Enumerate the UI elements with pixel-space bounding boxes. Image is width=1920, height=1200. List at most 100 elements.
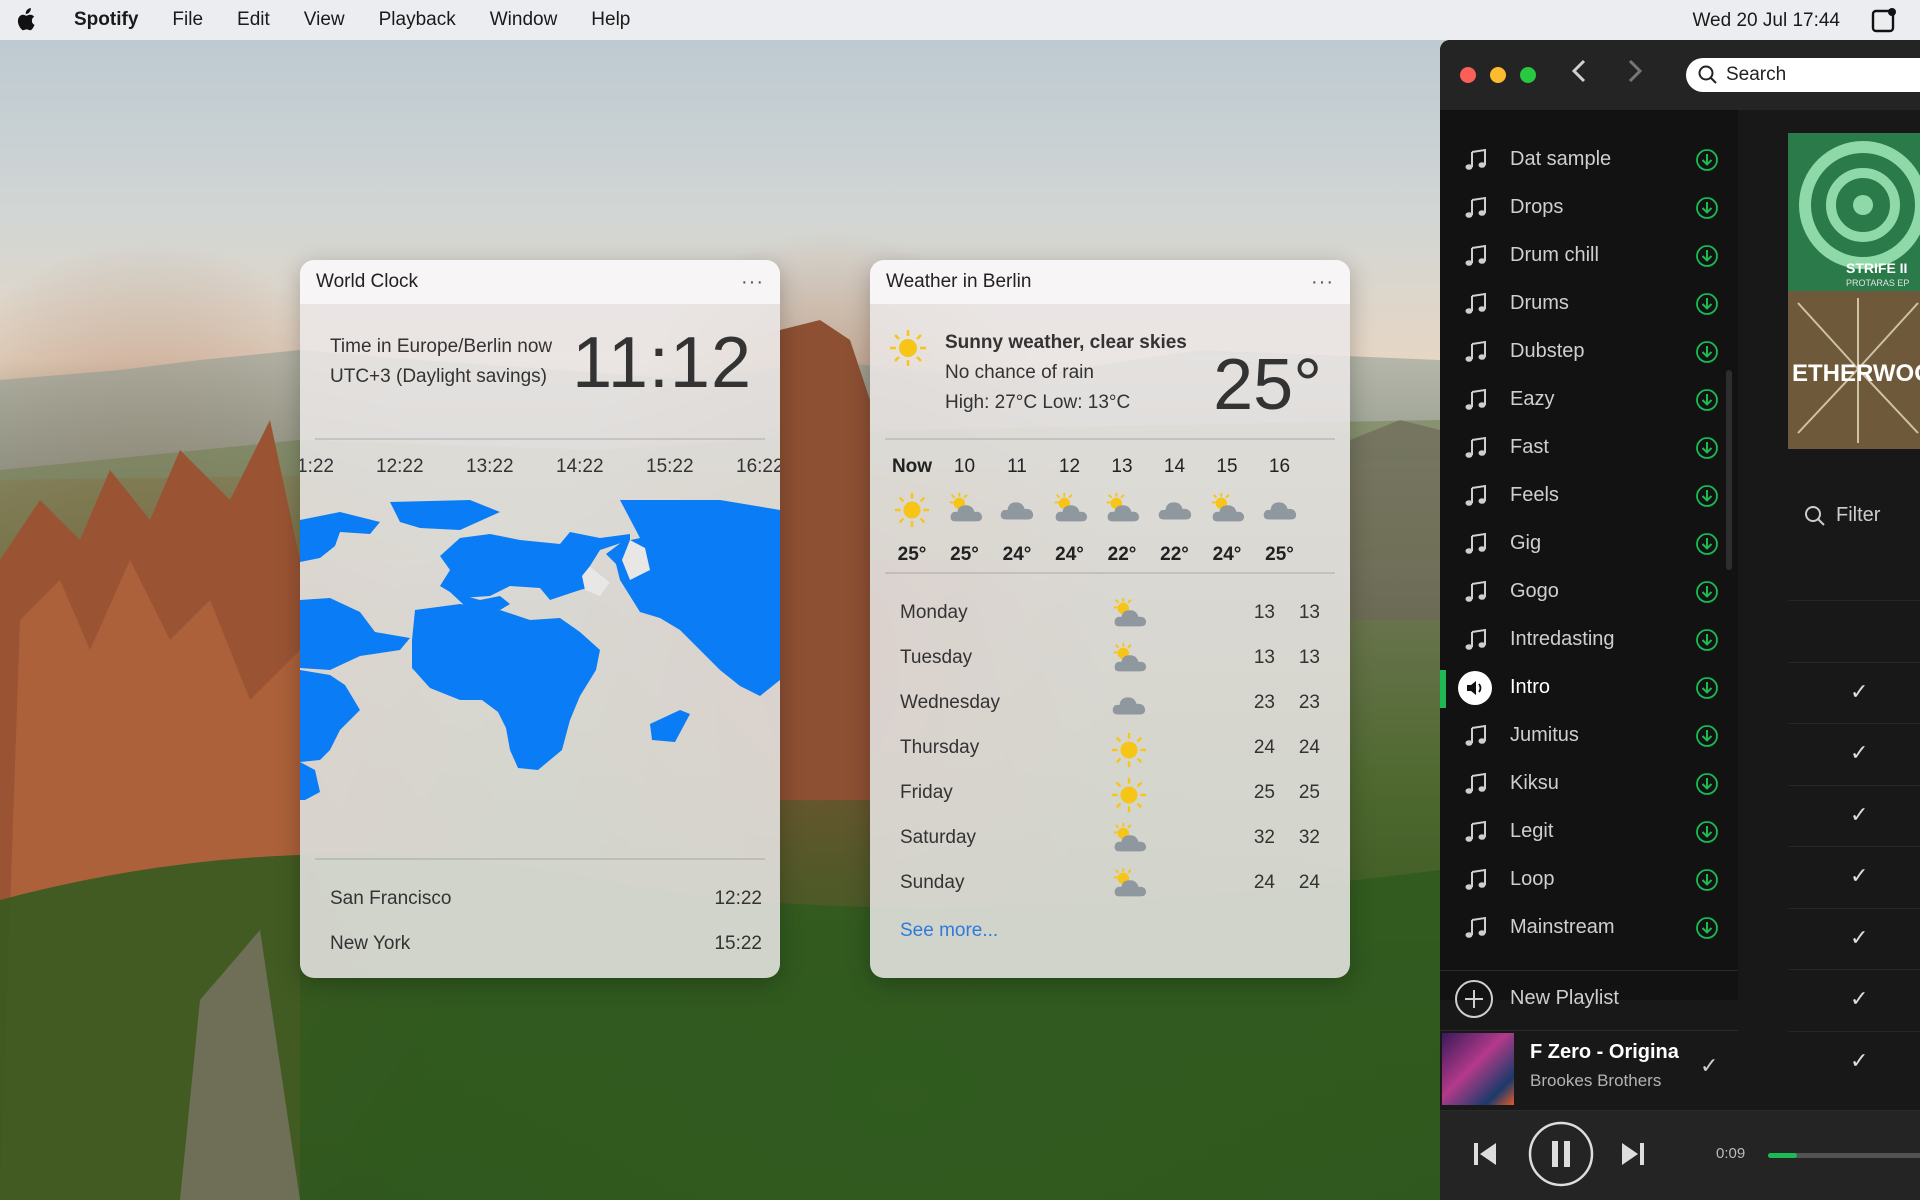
daily-row[interactable]: Saturday 32 32: [900, 819, 1320, 864]
see-more-link[interactable]: See more...: [900, 920, 998, 942]
playlist-item[interactable]: Loop: [1440, 856, 1738, 904]
track-row[interactable]: ✓: [1788, 723, 1920, 785]
previous-track-icon[interactable]: [1472, 1141, 1498, 1172]
maximize-window-icon[interactable]: [1520, 67, 1536, 83]
more-icon[interactable]: ···: [1311, 271, 1334, 294]
playlist-item[interactable]: Drops: [1440, 184, 1738, 232]
playlist-item[interactable]: Drum chill: [1440, 232, 1738, 280]
day-low: 24: [1253, 737, 1275, 758]
daily-row[interactable]: Tuesday 13 13: [900, 639, 1320, 684]
sidebar-scrollbar[interactable]: [1726, 370, 1732, 570]
menu-window[interactable]: Window: [490, 9, 558, 31]
pause-button[interactable]: [1528, 1121, 1594, 1192]
daily-row[interactable]: Wednesday 23 23: [900, 684, 1320, 729]
saved-check-icon[interactable]: ✓: [1850, 740, 1868, 766]
track-row[interactable]: ✓: [1788, 846, 1920, 908]
menubar-clock[interactable]: Wed 20 Jul 17:44: [1692, 10, 1840, 32]
forward-icon[interactable]: [1626, 58, 1644, 92]
playlist-item[interactable]: Dat sample: [1440, 136, 1738, 184]
search-input[interactable]: Search: [1686, 58, 1920, 92]
player-bar: 0:09: [1440, 1110, 1920, 1200]
apple-menu-icon[interactable]: [0, 8, 50, 32]
playlist-item[interactable]: Jumitus: [1440, 712, 1738, 760]
sun-icon: [888, 328, 928, 373]
playlist-item[interactable]: Eazy: [1440, 376, 1738, 424]
city-name: San Francisco: [330, 888, 452, 909]
hour-temperature: 25°: [897, 544, 927, 565]
hourly-item: 15 24°: [1202, 456, 1252, 566]
playlist-item[interactable]: Intredasting: [1440, 616, 1738, 664]
city-row[interactable]: New York 15:22: [330, 933, 762, 955]
playlist-name: Kiksu: [1510, 772, 1559, 794]
daily-row[interactable]: Monday 13 13: [900, 594, 1320, 639]
track-row[interactable]: ✓: [1788, 661, 1920, 724]
widget-header: Weather in Berlin ···: [870, 260, 1350, 304]
album-title-text: ETHERWOO: [1792, 360, 1920, 387]
daily-row[interactable]: Friday 25 25: [900, 774, 1320, 819]
music-note-icon: [1464, 436, 1488, 465]
saved-check-icon[interactable]: ✓: [1850, 802, 1868, 828]
progress-bar[interactable]: [1768, 1153, 1920, 1158]
menu-edit[interactable]: Edit: [237, 9, 270, 31]
now-playing[interactable]: F Zero - Origina Brookes Brothers ✓: [1440, 1030, 1738, 1106]
playlist-item[interactable]: Gig: [1440, 520, 1738, 568]
saved-check-icon[interactable]: ✓: [1850, 925, 1868, 951]
next-track-icon[interactable]: [1620, 1141, 1646, 1172]
playlist-item[interactable]: Fast: [1440, 424, 1738, 472]
track-row[interactable]: ✓: [1788, 784, 1920, 847]
partly-cloudy-icon: [1202, 490, 1252, 530]
daily-row[interactable]: Thursday 24 24: [900, 729, 1320, 774]
menu-file[interactable]: File: [172, 9, 203, 31]
playlist-item[interactable]: Drums: [1440, 280, 1738, 328]
menu-playback[interactable]: Playback: [379, 9, 456, 31]
menu-view[interactable]: View: [304, 9, 345, 31]
playlist-item[interactable]: Gogo: [1440, 568, 1738, 616]
track-row[interactable]: ✓: [1788, 969, 1920, 1031]
minimize-window-icon[interactable]: [1490, 67, 1506, 83]
playlist-item[interactable]: Legit: [1440, 808, 1738, 856]
now-playing-artist[interactable]: Brookes Brothers: [1530, 1071, 1661, 1091]
playlist-name: Dubstep: [1510, 340, 1585, 362]
playlist-item[interactable]: Feels: [1440, 472, 1738, 520]
album-artwork[interactable]: STRIFE II PROTARAS EP ETHERWOO: [1788, 133, 1920, 449]
sun-icon: [1110, 731, 1148, 775]
now-playing-title[interactable]: F Zero - Origina: [1530, 1041, 1679, 1064]
notification-center-icon[interactable]: [1870, 6, 1898, 40]
track-row[interactable]: ✓: [1788, 1030, 1920, 1093]
playlist-name: Intredasting: [1510, 628, 1615, 650]
saved-check-icon[interactable]: ✓: [1850, 679, 1868, 705]
track-row[interactable]: [1788, 600, 1920, 662]
high-low: High: 27°C Low: 13°C: [945, 392, 1131, 413]
music-note-icon: [1464, 196, 1488, 225]
saved-check-icon[interactable]: ✓: [1700, 1053, 1718, 1079]
saved-check-icon[interactable]: ✓: [1850, 986, 1868, 1012]
playlist-item[interactable]: Intro: [1440, 664, 1738, 712]
close-window-icon[interactable]: [1460, 67, 1476, 83]
daily-row[interactable]: Sunday 24 24: [900, 864, 1320, 909]
sun-icon: [887, 490, 937, 530]
playlist-item[interactable]: Dubstep: [1440, 328, 1738, 376]
playlist-name: Drops: [1510, 196, 1564, 218]
hour-label: 16: [1268, 456, 1291, 477]
city-row[interactable]: San Francisco 12:22: [330, 888, 762, 910]
more-icon[interactable]: ···: [741, 271, 764, 294]
active-app-name[interactable]: Spotify: [74, 9, 138, 31]
playlist-item[interactable]: Mainstream: [1440, 904, 1738, 952]
saved-check-icon[interactable]: ✓: [1850, 1048, 1868, 1074]
back-icon[interactable]: [1570, 58, 1588, 92]
downloaded-icon: [1696, 725, 1718, 752]
playlist-name: Dat sample: [1510, 148, 1612, 170]
cloud-icon: [992, 490, 1042, 530]
playlist-item[interactable]: Kiksu: [1440, 760, 1738, 808]
partly-cloudy-icon: [1110, 821, 1148, 865]
hour-label: 15:22: [646, 456, 694, 477]
hour-label: 1:22: [300, 456, 334, 477]
now-playing-artwork[interactable]: [1442, 1033, 1514, 1105]
saved-check-icon[interactable]: ✓: [1850, 863, 1868, 889]
music-note-icon: [1464, 484, 1488, 513]
menu-help[interactable]: Help: [591, 9, 630, 31]
cloud-icon: [1255, 490, 1305, 530]
filter-input[interactable]: Filter: [1804, 504, 1880, 527]
track-row[interactable]: ✓: [1788, 907, 1920, 970]
new-playlist-button[interactable]: New Playlist: [1440, 970, 1738, 1024]
